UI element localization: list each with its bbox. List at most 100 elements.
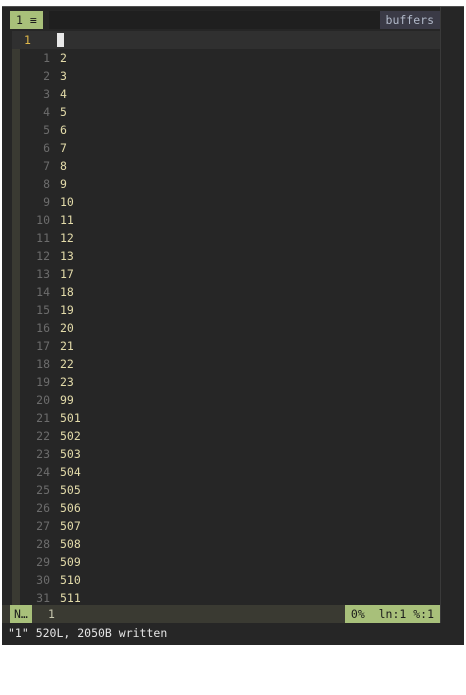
relative-line-number: 7	[43, 159, 50, 173]
buffer-line[interactable]: 56	[20, 121, 440, 139]
line-text: 99	[60, 393, 74, 407]
line-text: 17	[60, 267, 74, 281]
sign-column	[12, 49, 20, 606]
cursor-line[interactable]: 1	[12, 31, 440, 49]
buffer-lines: 1 2 2 3 3 4 4 5 5 6 6 7 7 8 8 9 9 10 10 11 11 12 12 13 13 17 14 18 1…	[20, 49, 440, 607]
buffer-line[interactable]: 20 99	[20, 391, 440, 409]
buffer-line[interactable]: 12 13	[20, 247, 440, 265]
terminal-window[interactable]: 1 ≡ buffers 1 1 2 2 3 3 4 4 5 5 6 6 7 7 8 8 9 9 10 10 11 11 1…	[2, 6, 464, 645]
relative-line-number: 28	[36, 537, 50, 551]
mode-indicator: N…	[10, 605, 32, 623]
cursor-position: 0% ln:1 %:1	[344, 605, 440, 623]
buffer-line[interactable]: 12	[20, 49, 440, 67]
buffer-line[interactable]: 22 502	[20, 427, 440, 445]
relative-line-number: 3	[43, 87, 50, 101]
buffer-line[interactable]: 28 508	[20, 535, 440, 553]
relative-line-number: 17	[36, 339, 50, 353]
command-line-message: "1" 520L, 2050B written	[8, 626, 168, 640]
line-text: 508	[60, 537, 81, 551]
relative-line-number: 20	[36, 393, 50, 407]
window-separator	[440, 7, 441, 623]
line-text: 11	[60, 213, 74, 227]
line-text: 9	[60, 177, 67, 191]
relative-line-number: 19	[36, 375, 50, 389]
line-text: 6	[60, 123, 67, 137]
buffer-line[interactable]: 27 507	[20, 517, 440, 535]
buffer-line[interactable]: 13 17	[20, 265, 440, 283]
relative-line-number: 21	[36, 411, 50, 425]
buffer-line[interactable]: 34	[20, 85, 440, 103]
line-text: 2	[60, 51, 67, 65]
relative-line-number: 5	[43, 123, 50, 137]
buffer-line[interactable]: 21 501	[20, 409, 440, 427]
editor-window[interactable]: 1 1 2 2 3 3 4 4 5 5 6 6 7 7 8 8 9 9 10 10 11 11 12 12 13 13 17 14 1…	[12, 31, 440, 606]
line-text: 501	[60, 411, 81, 425]
screen: 1 ≡ buffers 1 1 2 2 3 3 4 4 5 5 6 6 7 7 8 8 9 9 10 10 11 11 1…	[0, 0, 466, 646]
buffer-line[interactable]: 19 23	[20, 373, 440, 391]
relative-line-number: 27	[36, 519, 50, 533]
buffer-number: 1	[48, 607, 55, 621]
relative-line-number: 4	[43, 105, 50, 119]
relative-line-number: 1	[43, 51, 50, 65]
line-text: 505	[60, 483, 81, 497]
line-text: 3	[60, 69, 67, 83]
buffer-line[interactable]: 11 12	[20, 229, 440, 247]
relative-line-number: 22	[36, 429, 50, 443]
relative-line-number: 2	[43, 69, 50, 83]
buffer-line[interactable]: 26 506	[20, 499, 440, 517]
line-text: 502	[60, 429, 81, 443]
buffer-line[interactable]: 29 509	[20, 553, 440, 571]
buffer-line[interactable]: 78	[20, 157, 440, 175]
line-text: 13	[60, 249, 74, 263]
buffer-line[interactable]: 25 505	[20, 481, 440, 499]
line-text: 503	[60, 447, 81, 461]
buffer-line[interactable]: 45	[20, 103, 440, 121]
relative-line-number: 13	[36, 267, 50, 281]
line-text: 10	[60, 195, 74, 209]
buffer-line[interactable]: 17 21	[20, 337, 440, 355]
buffer-line[interactable]: 15 19	[20, 301, 440, 319]
relative-line-number: 24	[36, 465, 50, 479]
buffer-line[interactable]: 67	[20, 139, 440, 157]
relative-line-number: 10	[36, 213, 50, 227]
buffers-indicator[interactable]: buffers	[379, 11, 440, 29]
relative-line-number: 23	[36, 447, 50, 461]
relative-line-number: 16	[36, 321, 50, 335]
buffer-line[interactable]: 16 20	[20, 319, 440, 337]
relative-line-number: 11	[36, 231, 50, 245]
cursor-line-number: 1	[24, 33, 31, 47]
line-text: 12	[60, 231, 74, 245]
line-text: 22	[60, 357, 74, 371]
buffer-line[interactable]: 9 10	[20, 193, 440, 211]
line-text: 21	[60, 339, 74, 353]
buffer-line[interactable]: 24 504	[20, 463, 440, 481]
relative-line-number: 9	[43, 195, 50, 209]
relative-line-number: 25	[36, 483, 50, 497]
relative-line-number: 12	[36, 249, 50, 263]
relative-line-number: 8	[43, 177, 50, 191]
line-text: 7	[60, 141, 67, 155]
text-cursor	[57, 33, 64, 47]
relative-line-number: 29	[36, 555, 50, 569]
relative-line-number: 26	[36, 501, 50, 515]
buffer-line[interactable]: 18 22	[20, 355, 440, 373]
line-text: 23	[60, 375, 74, 389]
line-text: 507	[60, 519, 81, 533]
buffer-line[interactable]: 23 503	[20, 445, 440, 463]
buffer-line[interactable]: 23	[20, 67, 440, 85]
line-text: 509	[60, 555, 81, 569]
statusline: N… 1 0% ln:1 %:1	[2, 605, 440, 623]
buffer-line[interactable]: 30 510	[20, 571, 440, 589]
relative-line-number: 15	[36, 303, 50, 317]
tab-1[interactable]: 1 ≡	[10, 11, 43, 29]
line-text: 19	[60, 303, 74, 317]
tabline: 1 ≡ buffers	[2, 11, 440, 29]
line-text: 18	[60, 285, 74, 299]
line-text: 20	[60, 321, 74, 335]
buffer-line[interactable]: 10 11	[20, 211, 440, 229]
line-text: 8	[60, 159, 67, 173]
line-text: 4	[60, 87, 67, 101]
line-text: 506	[60, 501, 81, 515]
buffer-line[interactable]: 89	[20, 175, 440, 193]
buffer-line[interactable]: 14 18	[20, 283, 440, 301]
